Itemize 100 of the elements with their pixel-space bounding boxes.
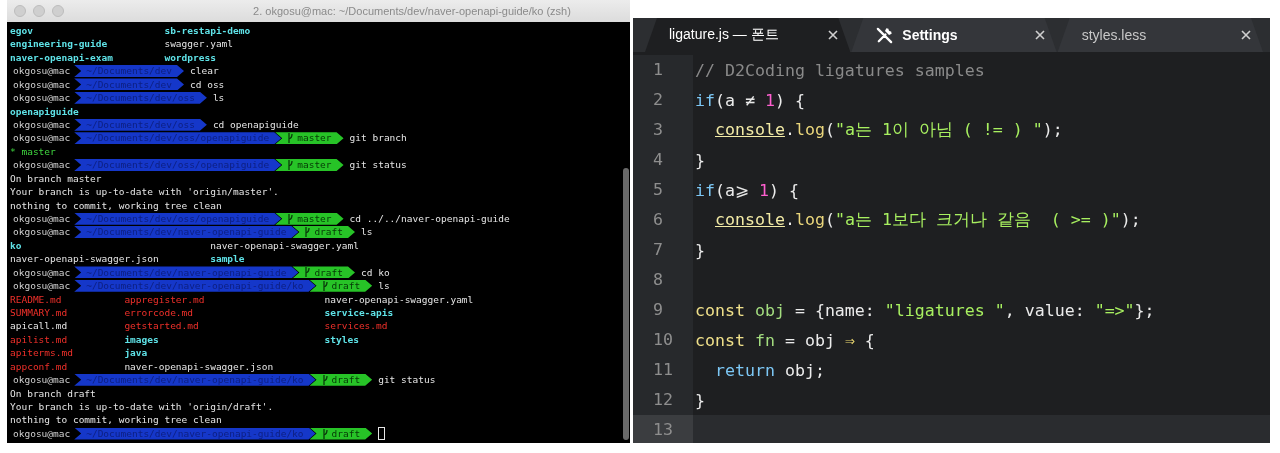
output-text: * master [10, 144, 56, 159]
line-number: 3 [633, 115, 693, 145]
close-icon[interactable] [1241, 30, 1251, 40]
output-text: nothing to commit, working tree clean [10, 413, 222, 427]
prompt-path: ~/Documents/dev/naver-openapi-guide [74, 226, 299, 239]
prompt-branch: draft [292, 266, 355, 279]
line-number: 10 [633, 325, 693, 355]
line-number: 12 [633, 385, 693, 415]
minimize-icon[interactable] [33, 5, 45, 17]
zoom-icon[interactable] [52, 5, 64, 17]
line-number: 8 [633, 265, 693, 295]
code-line: } [695, 150, 705, 170]
prompt-path: ~/Documents/dev/oss [74, 118, 207, 131]
command-text: git status [349, 158, 407, 172]
prompt-user: okgosu@mac [12, 266, 72, 279]
code-line: } [695, 390, 705, 410]
file-name: apilist.md [10, 332, 68, 347]
line-number: 9 [633, 295, 693, 325]
folder-name: ko [10, 238, 22, 253]
line-number: 2 [633, 85, 693, 115]
prompt-path: ~/Documents/dev [74, 65, 184, 77]
file-name: swagger.yaml [164, 37, 234, 51]
output-text: nothing to commit, working tree clean [10, 198, 222, 212]
command-text: git branch [349, 131, 407, 145]
prompt-path: ~/Documents/dev/naver-openapi-guide [74, 266, 299, 279]
prompt-user: okgosu@mac [12, 132, 72, 145]
file-name: apiterms.md [10, 346, 73, 360]
branch-icon [321, 280, 328, 291]
file-name: naver-openapi-swagger.yaml [210, 238, 359, 253]
command-text: ls [378, 279, 390, 293]
code-line: console.log("a는 1이 아님 ( != ) "); [715, 119, 1063, 141]
line-number: 5 [633, 175, 693, 205]
prompt-path: ~/Documents/dev/oss [74, 91, 207, 104]
file-name: naver-openapi-swagger.yaml [324, 292, 474, 306]
command-text: cd ../../naver-openapi-guide [349, 211, 510, 226]
code-line: // D2Coding ligatures samples [695, 60, 985, 80]
branch-icon [287, 160, 294, 170]
command-text: ls [212, 91, 225, 105]
code-line: const fn = obj ⇒ { [695, 330, 875, 350]
tools-icon [875, 25, 895, 45]
prompt-user: okgosu@mac [12, 373, 72, 386]
output-text: On branch draft [10, 386, 96, 400]
window-title: 2. okgosu@mac: ~/Documents/dev/naver-openapi-guide/ko (zsh) [252, 5, 572, 17]
output-text: On branch master [10, 171, 102, 186]
prompt-branch: master [275, 212, 344, 225]
file-name: SUMMARY.md [10, 305, 68, 320]
file-name: naver-openapi-swagger.json [10, 252, 159, 266]
line-number: 6 [633, 205, 693, 235]
folder-name: sb-restapi-demo [164, 24, 251, 38]
folder-name: egov [10, 24, 33, 38]
file-name: services.md [324, 319, 388, 333]
command-text: cd oss [190, 77, 225, 92]
branch-icon [321, 374, 328, 385]
code-line: console.log("a는 1보다 크거나 같음 ( >= )"); [715, 209, 1141, 231]
folder-name: service-apis [324, 305, 394, 320]
prompt-user: okgosu@mac [12, 91, 72, 104]
scrollbar[interactable] [623, 168, 629, 440]
prompt-path: ~/Documents/dev/oss/openapiguide [74, 132, 282, 145]
prompt-branch: draft [309, 373, 373, 386]
prompt-user: okgosu@mac [12, 78, 72, 91]
line-number: 7 [633, 235, 693, 265]
file-name: README.md [10, 292, 62, 306]
folder-name: wordpress [164, 50, 216, 65]
file-name: apicall.md [10, 319, 68, 333]
code-line: return obj; [715, 360, 825, 380]
branch-icon [287, 213, 294, 224]
prompt-user: okgosu@mac [12, 118, 72, 131]
editor-tab[interactable]: styles.less [1057, 18, 1263, 52]
code-line: } [695, 240, 705, 260]
close-icon[interactable] [1034, 30, 1045, 40]
file-name: appconf.md [10, 359, 68, 374]
editor-tab[interactable]: ligature.js — 폰트 [645, 18, 851, 52]
close-icon[interactable] [828, 30, 839, 40]
command-text: clear [190, 64, 219, 78]
folder-name: engineering-guide [10, 37, 108, 51]
branch-icon [304, 227, 311, 238]
line-number: 1 [633, 55, 693, 85]
prompt-user: okgosu@mac [12, 427, 72, 440]
prompt-user: okgosu@mac [12, 159, 72, 171]
command-text: ls [361, 225, 373, 239]
line-number: 4 [633, 145, 693, 175]
folder-name: images [124, 332, 159, 347]
prompt-user: okgosu@mac [12, 279, 72, 292]
prompt-user: okgosu@mac [12, 226, 72, 239]
prompt-branch: draft [309, 427, 373, 440]
prompt-path: ~/Documents/dev/naver-openapi-guide/ko [74, 427, 316, 440]
prompt-path: ~/Documents/dev/naver-openapi-guide/ko [74, 373, 316, 386]
line-number: 11 [633, 355, 693, 385]
code-line: if(a ≠ 1) { [695, 90, 805, 110]
prompt-path: ~/Documents/dev/oss/openapiguide [74, 159, 282, 171]
file-name: getstarted.md [124, 319, 199, 333]
folder-name: styles [324, 332, 359, 347]
output-text: Your branch is up-to-date with 'origin/master'. [10, 185, 279, 199]
output-text: Your branch is up-to-date with 'origin/draft'. [10, 400, 274, 414]
folder-name: openapiguide [10, 104, 79, 118]
prompt-user: okgosu@mac [12, 212, 72, 225]
line-number: 13 [633, 415, 693, 443]
command-text: cd ko [361, 265, 390, 280]
branch-icon [304, 267, 311, 278]
editor-tab[interactable]: Settings [851, 18, 1057, 52]
